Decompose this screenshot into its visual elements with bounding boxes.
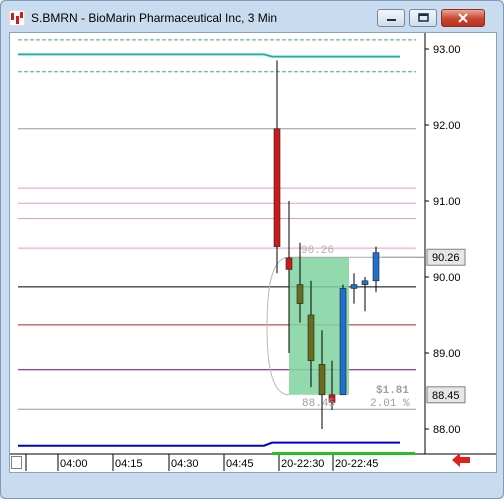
minimize-button[interactable] xyxy=(377,9,405,27)
low-price-label: 88.45 xyxy=(432,390,460,402)
minimize-icon xyxy=(387,19,396,21)
title-bar[interactable]: S.BMRN - BioMarin Pharmaceutical Inc, 3 … xyxy=(1,1,503,33)
change-dollar-label: $1.81 xyxy=(376,385,409,397)
maximize-icon xyxy=(418,13,429,22)
candle-body[interactable] xyxy=(339,288,347,396)
candle-body[interactable] xyxy=(307,314,315,361)
change-percent-label: 2.01 % xyxy=(370,398,410,410)
candle-body[interactable] xyxy=(350,284,358,289)
range-bottom-price-label: 88.45 xyxy=(302,398,335,410)
maximize-button[interactable] xyxy=(409,9,437,27)
status-box[interactable] xyxy=(11,456,22,469)
close-icon xyxy=(458,13,468,23)
chart-area[interactable]: 90.26 88.45 $1.81 2.01 % 93.00 92.00 91.00… xyxy=(9,32,497,473)
price-chart[interactable]: 90.26 88.45 $1.81 2.01 % 93.00 92.00 91.00… xyxy=(10,33,496,472)
y-tick-label: 93.00 xyxy=(433,44,461,56)
y-tick-label: 91.00 xyxy=(433,196,461,208)
y-tick-label: 89.00 xyxy=(433,348,461,360)
window-title: S.BMRN - BioMarin Pharmaceutical Inc, 3 … xyxy=(31,11,278,25)
chart-window: S.BMRN - BioMarin Pharmaceutical Inc, 3 … xyxy=(0,0,504,499)
candle-body[interactable] xyxy=(273,128,281,247)
candle-body[interactable] xyxy=(318,364,326,396)
last-price-label: 90.26 xyxy=(432,252,460,264)
range-top-price-label: 90.26 xyxy=(301,245,334,257)
y-tick-label: 92.00 xyxy=(433,120,461,132)
candle-body[interactable] xyxy=(372,252,380,282)
y-tick-label: 90.00 xyxy=(433,272,461,284)
bottom-bar xyxy=(9,453,495,472)
close-button[interactable] xyxy=(441,9,485,27)
candle-body[interactable] xyxy=(296,284,304,304)
candle-body[interactable] xyxy=(361,280,369,285)
candle-body[interactable] xyxy=(285,257,293,270)
y-tick-label: 88.00 xyxy=(433,424,461,436)
app-icon xyxy=(9,10,25,26)
scroll-left-arrow-icon[interactable] xyxy=(450,451,472,469)
